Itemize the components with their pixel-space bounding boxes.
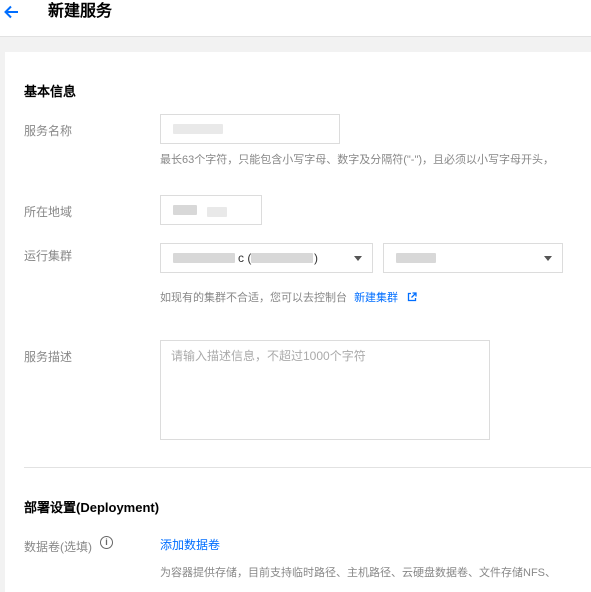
cluster-label: 运行集群 — [24, 249, 73, 263]
section-title-basic: 基本信息 — [24, 84, 77, 99]
cluster-select-text: c ( — [238, 251, 252, 265]
region-field[interactable] — [160, 195, 262, 225]
redacted-value — [251, 253, 313, 263]
redacted-value — [173, 205, 197, 215]
volume-label: 数据卷(选填) — [24, 540, 92, 554]
service-name-label: 服务名称 — [24, 124, 73, 138]
chevron-down-icon — [544, 256, 552, 261]
info-icon[interactable]: i — [100, 536, 113, 549]
redacted-value — [207, 207, 227, 217]
arrow-left-icon[interactable] — [2, 2, 22, 22]
redacted-value — [173, 124, 223, 134]
redacted-value — [396, 253, 436, 263]
redacted-value — [173, 253, 235, 263]
cluster-help: 如现有的集群不合适，您可以去控制台 新建集群 — [160, 289, 417, 305]
description-textarea[interactable]: 请输入描述信息，不超过1000个字符 — [160, 340, 490, 440]
new-cluster-link[interactable]: 新建集群 — [354, 292, 398, 304]
divider — [24, 467, 591, 468]
namespace-select[interactable] — [383, 243, 563, 273]
page-title: 新建服务 — [48, 3, 113, 20]
top-bar: 新建服务 — [0, 0, 591, 37]
region-label: 所在地域 — [24, 205, 73, 219]
section-title-deployment: 部署设置(Deployment) — [24, 500, 160, 515]
cluster-select[interactable]: c ( ) — [160, 243, 373, 273]
service-name-help: 最长63个字符，只能包含小写字母、数字及分隔符("-")，且必须以小写字母开头， — [160, 154, 555, 166]
volume-help: 为容器提供存储，目前支持临时路径、主机路径、云硬盘数据卷、文件存储NFS、 — [160, 567, 556, 579]
cluster-help-text: 如现有的集群不合适，您可以去控制台 — [160, 292, 347, 304]
description-label: 服务描述 — [24, 350, 73, 364]
add-volume-link[interactable]: 添加数据卷 — [160, 536, 220, 553]
cluster-select-close: ) — [314, 251, 318, 265]
service-name-input[interactable] — [160, 114, 340, 144]
external-link-icon[interactable] — [407, 292, 417, 302]
chevron-down-icon — [354, 256, 362, 261]
